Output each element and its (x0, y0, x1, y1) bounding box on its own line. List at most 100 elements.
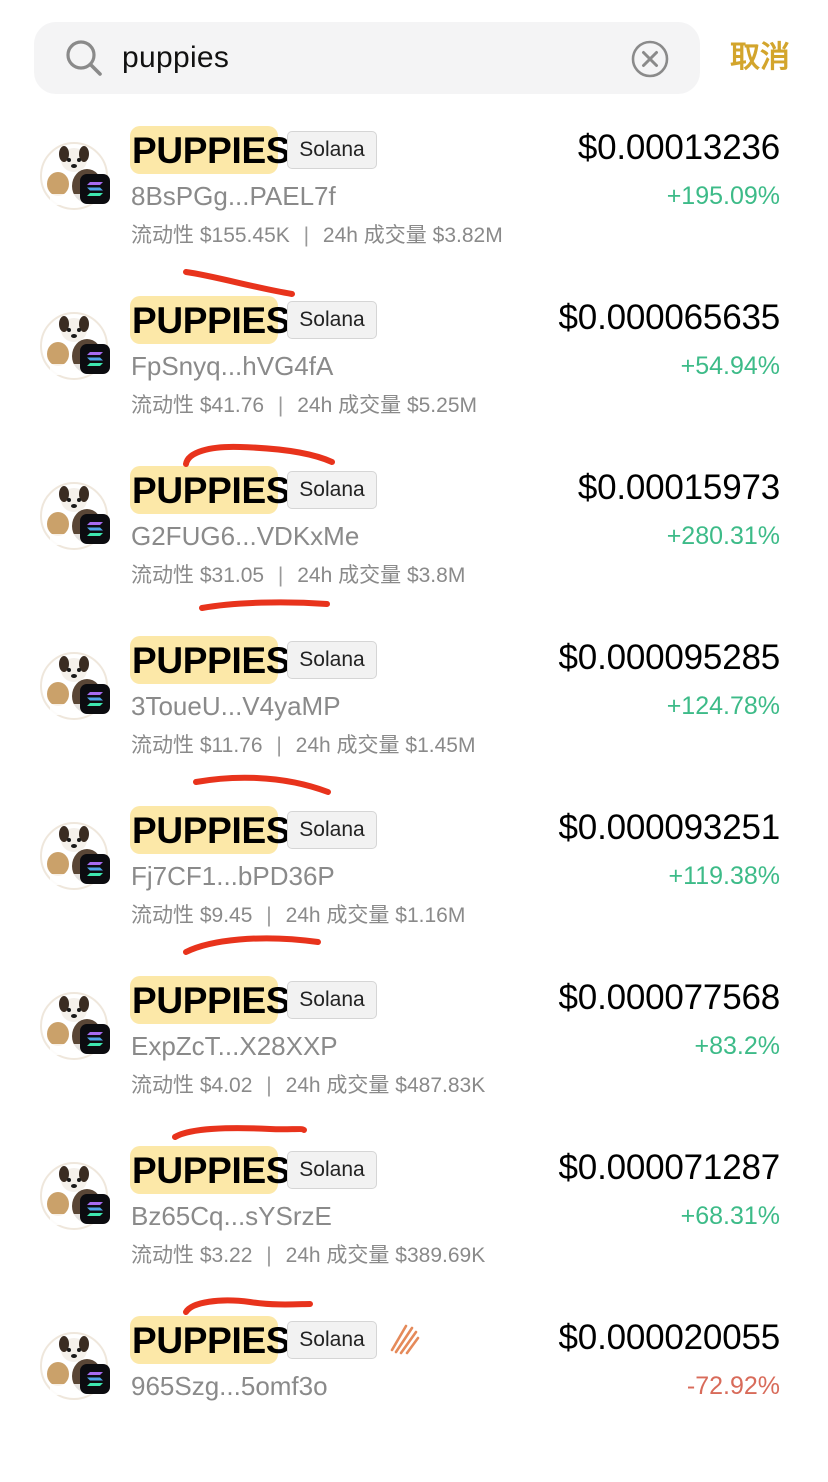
liquidity-value: $9.45 (199, 904, 253, 927)
token-row[interactable]: PUPPIES Solana $0.000071287 Bz65Cq...sYS… (0, 1142, 828, 1312)
chain-tag: Solana (287, 1321, 377, 1359)
volume-value: $3.8M (406, 564, 466, 587)
stats-separator: | (277, 564, 284, 587)
stats-separator: | (303, 224, 310, 247)
chain-tag: Solana (287, 641, 377, 679)
chain-tag: Solana (287, 1151, 377, 1189)
token-name: PUPPIES (132, 810, 291, 851)
liquidity-label: 流动性 (131, 904, 194, 927)
stats-separator: | (266, 1074, 272, 1097)
token-row[interactable]: PUPPIES Solana $0.00015973 G2FUG6...VDKx… (0, 462, 828, 632)
token-stats: 流动性 $155.45K | 24h 成交量 $3.82M (131, 216, 503, 256)
token-price: $0.000065635 (558, 298, 781, 337)
striped-flame-icon (390, 1324, 420, 1355)
liquidity-value: $3.22 (199, 1244, 253, 1267)
token-name: PUPPIES (132, 130, 291, 171)
liquidity-value: $41.76 (199, 394, 265, 417)
price-change: +124.78% (666, 692, 780, 720)
token-row[interactable]: PUPPIES Solana $0.000077568 ExpZcT...X28… (0, 972, 828, 1142)
price-change: +68.31% (680, 1202, 780, 1230)
solana-icon (80, 1024, 110, 1054)
token-stats: 流动性 $41.76 | 24h 成交量 $5.25M (131, 386, 477, 426)
liquidity-value: $4.02 (199, 1074, 253, 1097)
solana-icon (80, 684, 110, 714)
volume-value: $389.69K (395, 1244, 486, 1267)
liquidity-label: 流动性 (131, 1074, 194, 1097)
solana-icon (80, 1364, 110, 1394)
token-address: Bz65Cq...sYSrzE (131, 1201, 332, 1231)
chain-tag: Solana (287, 301, 377, 339)
liquidity-label: 流动性 (131, 224, 194, 247)
chain-tag: Solana (287, 811, 377, 849)
token-row[interactable]: PUPPIES Solana $0.00013236 8BsPGg...PAEL… (0, 122, 828, 292)
liquidity-value: $11.76 (199, 734, 263, 757)
price-change: +280.31% (666, 522, 780, 550)
token-price: $0.00015973 (577, 468, 780, 507)
token-address: G2FUG6...VDKxMe (131, 521, 360, 551)
volume-value: $5.25M (406, 394, 477, 417)
cancel-button[interactable]: 取消 (712, 22, 808, 94)
token-address: 965Szg...5omf3o (131, 1371, 328, 1401)
liquidity-label: 流动性 (131, 1244, 194, 1267)
token-price: $0.000093251 (558, 808, 781, 847)
liquidity-value: $155.45K (199, 224, 290, 247)
token-stats: 流动性 $9.45 | 24h 成交量 $1.16M (131, 896, 465, 936)
volume-label: 24h 成交量 (297, 394, 402, 417)
solana-icon (80, 514, 110, 544)
token-address: ExpZcT...X28XXP (131, 1031, 338, 1061)
volume-value: $3.82M (432, 224, 503, 247)
token-row[interactable]: PUPPIES Solana $0.000020055 965Szg...5om… (0, 1312, 828, 1482)
price-change: +54.94% (680, 352, 780, 380)
token-name: PUPPIES (132, 1150, 291, 1191)
liquidity-label: 流动性 (131, 394, 194, 417)
volume-label: 24h 成交量 (285, 1074, 390, 1097)
stats-separator: | (266, 1244, 272, 1267)
stats-separator: | (277, 394, 284, 417)
token-row[interactable]: PUPPIES Solana $0.000065635 FpSnyq...hVG… (0, 292, 828, 462)
token-name: PUPPIES (132, 470, 291, 511)
volume-label: 24h 成交量 (285, 904, 390, 927)
token-price: $0.000095285 (558, 638, 781, 677)
token-address: 3ToueU...V4yaMP (131, 691, 341, 721)
volume-label: 24h 成交量 (285, 1244, 390, 1267)
token-name: PUPPIES (132, 300, 291, 341)
search-bar[interactable]: puppies (34, 22, 700, 94)
solana-icon (80, 854, 110, 884)
solana-icon (80, 1194, 110, 1224)
clear-search-icon[interactable] (630, 39, 670, 79)
liquidity-value: $31.05 (199, 564, 265, 587)
token-price: $0.000071287 (558, 1148, 781, 1187)
volume-label: 24h 成交量 (295, 734, 400, 757)
token-name: PUPPIES (132, 1320, 291, 1361)
price-change: +195.09% (666, 182, 780, 210)
token-name: PUPPIES (132, 980, 291, 1021)
chain-tag: Solana (287, 131, 377, 169)
token-stats: 流动性 $11.76 | 24h 成交量 $1.45M (131, 726, 475, 766)
token-address: Fj7CF1...bPD36P (131, 861, 335, 891)
volume-value: $1.16M (395, 904, 466, 927)
search-input[interactable]: puppies (122, 22, 229, 94)
stats-separator: | (276, 734, 282, 757)
price-change: +83.2% (694, 1032, 781, 1060)
price-change: +119.38% (668, 862, 780, 890)
price-change: -72.92% (686, 1372, 780, 1400)
volume-value: $1.45M (405, 734, 476, 757)
token-address: 8BsPGg...PAEL7f (131, 181, 336, 211)
token-stats: 流动性 $31.05 | 24h 成交量 $3.8M (131, 556, 465, 596)
volume-value: $487.83K (395, 1074, 486, 1097)
token-address: FpSnyq...hVG4fA (131, 351, 334, 381)
chain-tag: Solana (287, 981, 377, 1019)
token-row[interactable]: PUPPIES Solana $0.000093251 Fj7CF1...bPD… (0, 802, 828, 972)
liquidity-label: 流动性 (131, 564, 194, 587)
token-stats: 流动性 $3.22 | 24h 成交量 $389.69K (131, 1236, 485, 1276)
stats-separator: | (266, 904, 272, 927)
token-name: PUPPIES (132, 640, 291, 681)
liquidity-label: 流动性 (131, 734, 194, 757)
solana-icon (80, 344, 110, 374)
token-row[interactable]: PUPPIES Solana $0.000095285 3ToueU...V4y… (0, 632, 828, 802)
token-price: $0.00013236 (577, 128, 780, 167)
token-stats: 流动性 $4.02 | 24h 成交量 $487.83K (131, 1066, 485, 1106)
volume-label: 24h 成交量 (297, 564, 402, 587)
search-icon (66, 40, 102, 76)
chain-tag: Solana (287, 471, 377, 509)
